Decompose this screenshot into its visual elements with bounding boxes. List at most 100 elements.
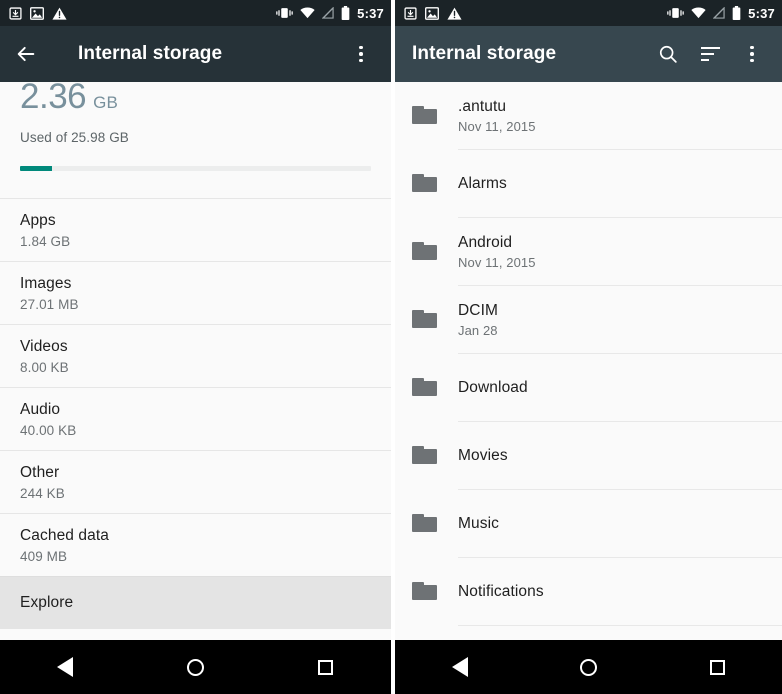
- used-amount-row: 2.36 GB: [20, 82, 371, 123]
- wifi-icon: [300, 7, 315, 19]
- sort-button[interactable]: [689, 30, 731, 78]
- no-signal-icon: [322, 7, 334, 19]
- image-icon: [425, 6, 439, 20]
- file-name: Download: [458, 379, 528, 396]
- nav-back-button[interactable]: [425, 640, 495, 694]
- file-browser-panel: .antutu Nov 11, 2015 Alarms Android Nov 11, …: [395, 82, 782, 640]
- file-list-item[interactable]: Music: [395, 490, 782, 558]
- arrow-back-icon: [17, 46, 35, 62]
- file-meta: Download: [458, 379, 528, 397]
- file-name: Android: [458, 234, 513, 251]
- explore-label: Explore: [20, 594, 74, 611]
- storage-summary-panel: 2.36 GB Used of 25.98 GB Apps 1.84 GB Imag…: [0, 82, 391, 640]
- wifi-icon: [691, 7, 706, 19]
- file-date: Nov 11, 2015: [458, 119, 536, 134]
- storage-category-row[interactable]: Other 244 KB: [0, 450, 391, 513]
- file-date: Nov 11, 2015: [458, 255, 536, 270]
- storage-category-row[interactable]: Cached data 409 MB: [0, 513, 391, 576]
- storage-progress-track: [20, 166, 371, 171]
- navigation-bar-left: [0, 640, 391, 694]
- storage-category-size: 27.01 MB: [20, 297, 79, 312]
- battery-icon: [341, 6, 350, 20]
- file-name: .antutu: [458, 98, 507, 115]
- nav-recents-icon: [318, 659, 334, 675]
- file-list-item[interactable]: Alarms: [395, 150, 782, 218]
- overflow-menu-button[interactable]: [731, 30, 773, 78]
- overflow-dots-icon: [750, 45, 754, 63]
- folder-icon: [412, 374, 440, 402]
- file-name: Movies: [458, 447, 508, 464]
- storage-category-name: Audio: [20, 401, 61, 418]
- warning-icon: [52, 7, 67, 20]
- storage-category-row[interactable]: Images 27.01 MB: [0, 261, 391, 324]
- storage-category-row[interactable]: Apps 1.84 GB: [0, 198, 391, 261]
- file-date: Jan 28: [458, 323, 498, 338]
- image-icon: [30, 6, 44, 20]
- storage-category-name: Other: [20, 464, 60, 481]
- file-meta: Android Nov 11, 2015: [458, 234, 536, 270]
- nav-recents-button[interactable]: [683, 640, 753, 694]
- used-amount-unit: GB: [93, 93, 119, 112]
- search-icon: [659, 45, 677, 63]
- download-icon: [9, 6, 22, 20]
- list-divider: [458, 625, 782, 626]
- status-bar-left: 5:37: [0, 0, 391, 26]
- storage-category-size: 40.00 KB: [20, 423, 77, 438]
- vibrate-icon: [276, 8, 293, 18]
- file-meta: Music: [458, 515, 499, 533]
- status-icons-right-2: 5:37: [667, 6, 775, 21]
- download-icon: [404, 6, 417, 20]
- file-list-item[interactable]: DCIM Jan 28: [395, 286, 782, 354]
- status-icons-left: [9, 6, 67, 20]
- page-title: Internal storage: [412, 43, 557, 64]
- storage-category-size: 8.00 KB: [20, 360, 69, 375]
- folder-icon: [412, 510, 440, 538]
- status-icons-right: 5:37: [276, 6, 384, 21]
- file-name: Notifications: [458, 583, 544, 600]
- storage-category-size: 409 MB: [20, 549, 68, 564]
- left-phone-screen: 5:37 Internal storage 2.36 GB Used of 25…: [0, 0, 391, 694]
- used-of-total-label: Used of 25.98 GB: [20, 130, 129, 145]
- status-icons-left-2: [404, 6, 462, 20]
- folder-icon: [412, 238, 440, 266]
- nav-recents-icon: [710, 659, 725, 675]
- toolbar-right: Internal storage: [395, 26, 782, 82]
- dual-screenshot-container: 5:37 Internal storage 2.36 GB Used of 25…: [0, 0, 782, 694]
- storage-category-list: Apps 1.84 GB Images 27.01 MB Videos 8.00 KB Au…: [0, 198, 391, 576]
- file-name: Music: [458, 515, 499, 532]
- battery-icon: [732, 6, 741, 20]
- file-list-item[interactable]: Download: [395, 354, 782, 422]
- storage-category-row[interactable]: Videos 8.00 KB: [0, 324, 391, 387]
- folder-icon: [412, 102, 440, 130]
- page-title: Internal storage: [78, 43, 223, 64]
- nav-home-button[interactable]: [554, 640, 624, 694]
- sort-icon: [700, 46, 720, 62]
- storage-category-name: Apps: [20, 212, 56, 229]
- search-button[interactable]: [647, 30, 689, 78]
- nav-home-icon: [186, 658, 204, 676]
- no-signal-icon: [713, 7, 725, 19]
- file-list-item[interactable]: .antutu Nov 11, 2015: [395, 82, 782, 150]
- storage-usage-summary: 2.36 GB Used of 25.98 GB: [0, 82, 391, 171]
- file-list-item[interactable]: Android Nov 11, 2015: [395, 218, 782, 286]
- nav-recents-button[interactable]: [291, 640, 361, 694]
- nav-back-button[interactable]: [30, 640, 100, 694]
- overflow-menu-button[interactable]: [340, 30, 382, 78]
- file-list-item[interactable]: Notifications: [395, 558, 782, 626]
- folder-icon: [412, 442, 440, 470]
- explore-button[interactable]: Explore: [0, 576, 391, 629]
- storage-progress-fill: [20, 166, 52, 171]
- status-time: 5:37: [357, 5, 384, 21]
- nav-home-button[interactable]: [160, 640, 230, 694]
- storage-category-name: Cached data: [20, 527, 109, 544]
- used-amount-value: 2.36: [20, 82, 87, 116]
- file-meta: Alarms: [458, 175, 507, 193]
- folder-icon: [412, 170, 440, 198]
- file-list-item[interactable]: Movies: [395, 422, 782, 490]
- file-meta: Movies: [458, 447, 508, 465]
- back-button[interactable]: [9, 30, 49, 78]
- folder-icon: [412, 578, 440, 606]
- vibrate-icon: [667, 8, 684, 18]
- summary-bottom-spacer: [0, 176, 391, 198]
- storage-category-row[interactable]: Audio 40.00 KB: [0, 387, 391, 450]
